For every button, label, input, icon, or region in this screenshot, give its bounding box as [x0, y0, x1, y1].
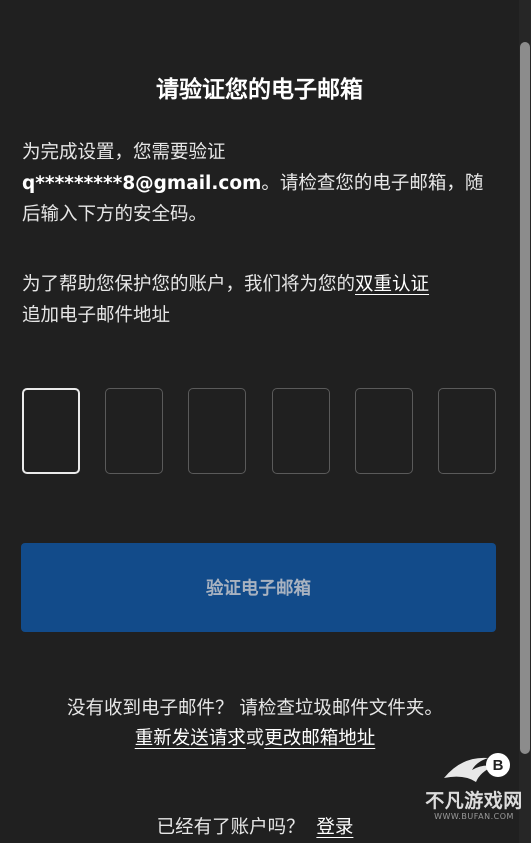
code-digit-3[interactable] [188, 388, 247, 474]
protect-text-prefix: 为了帮助您保护您的账户，我们将为您的 [22, 274, 356, 295]
scrollbar-track[interactable] [519, 0, 531, 843]
watermark-logo-icon: B [444, 753, 510, 782]
page-title: 请验证您的电子邮箱 [156, 77, 363, 103]
verify-email-button[interactable]: 验证电子邮箱 [21, 543, 496, 632]
two-factor-link[interactable]: 双重认证 [355, 274, 429, 295]
scrollbar-thumb[interactable] [520, 42, 530, 754]
code-digit-6[interactable] [437, 388, 496, 474]
code-digit-1[interactable] [22, 388, 80, 474]
description-text-1: 为完成设置，您需要验证 [22, 142, 226, 163]
code-digit-4[interactable] [271, 388, 330, 474]
verification-description: 为完成设置，您需要验证 q*********8@gmail.com。请检查您的电… [22, 137, 492, 230]
watermark-text: 不凡游戏网 [425, 790, 523, 812]
watermark-logo-letter: B [493, 757, 504, 774]
change-email-link[interactable]: 更改邮箱地址 [264, 728, 375, 749]
help-actions: 重新发送请求或更改邮箱地址 [0, 724, 510, 750]
watermark: B 不凡游戏网 WWW.BUFAN.COM [418, 748, 530, 843]
watermark-subtext: WWW.BUFAN.COM [434, 812, 514, 821]
code-digit-2[interactable] [105, 388, 164, 474]
security-code-input [22, 388, 496, 474]
code-digit-5[interactable] [354, 388, 413, 474]
resend-request-link[interactable]: 重新发送请求 [135, 728, 246, 749]
login-link[interactable]: 登录 [316, 817, 353, 838]
protection-description: 为了帮助您保护您的账户，我们将为您的双重认证 追加电子邮件地址 [22, 269, 492, 331]
masked-email: q*********8@gmail.com [22, 173, 262, 194]
login-prompt-text: 已经有了账户吗？ [156, 817, 305, 838]
protect-text-suffix: 追加电子邮件地址 [22, 305, 171, 326]
or-text: 或 [245, 728, 265, 749]
no-email-help-text: 没有收到电子邮件？ 请检查垃圾邮件文件夹。 [67, 698, 443, 719]
